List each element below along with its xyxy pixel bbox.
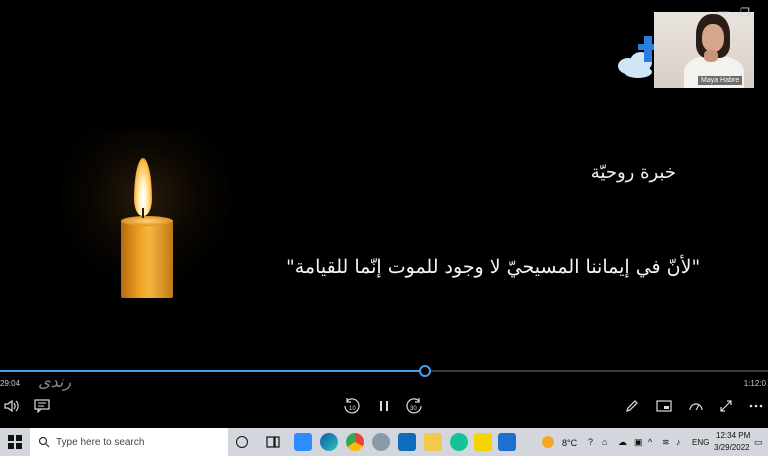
candle-body: [121, 220, 173, 298]
media-player-icon[interactable]: [498, 433, 516, 451]
edit-pen-icon[interactable]: [622, 396, 642, 416]
playback-speed-icon[interactable]: [686, 396, 706, 416]
taskbar-search[interactable]: Type here to search: [30, 428, 228, 456]
file-explorer-icon[interactable]: [424, 433, 442, 451]
weather-temperature: 8°C: [562, 438, 578, 448]
language-indicator[interactable]: ENG: [692, 438, 709, 447]
elapsed-time: 29:04: [0, 379, 21, 388]
progress-fill: [0, 370, 425, 372]
video-frame[interactable]: خبرة روحيّة "لأنّ في إيماننا المسيحيّ لا…: [0, 0, 768, 428]
skip-back-button[interactable]: 10: [342, 396, 362, 416]
volume-icon[interactable]: [2, 396, 22, 416]
clock-date[interactable]: 3/29/2022: [714, 443, 750, 452]
tray-app-icon[interactable]: ▣: [634, 437, 643, 448]
zoom-icon[interactable]: [294, 433, 312, 451]
app-icon[interactable]: [372, 433, 390, 451]
skip-back-label: 10: [349, 406, 356, 412]
cortana-icon[interactable]: [236, 436, 248, 448]
windows-start-icon[interactable]: [0, 428, 30, 456]
speaker-icon[interactable]: ♪: [676, 437, 681, 447]
candle-wick: [142, 208, 144, 218]
sticky-notes-icon[interactable]: [474, 433, 492, 451]
weather-icon[interactable]: [542, 436, 554, 448]
skip-forward-label: 30: [410, 406, 417, 412]
mini-player-icon[interactable]: [654, 396, 674, 416]
search-placeholder: Type here to search: [56, 436, 145, 448]
candle-top: [121, 216, 173, 226]
wifi-icon[interactable]: ≋: [662, 437, 670, 448]
outlook-icon[interactable]: [398, 433, 416, 451]
help-icon[interactable]: ?: [588, 437, 593, 447]
watermark-signature: رندى: [38, 372, 72, 391]
grammarly-icon[interactable]: [450, 433, 468, 451]
task-view-icon[interactable]: [264, 433, 282, 451]
network-icon[interactable]: ⌂: [602, 437, 607, 447]
participant-video[interactable]: Maya Habre: [654, 12, 754, 88]
participant-name: Maya Habre: [698, 76, 743, 85]
shared-screen-thumbnail[interactable]: [614, 12, 658, 88]
progress-handle[interactable]: [419, 365, 431, 377]
cloud-icon[interactable]: ☁: [618, 437, 627, 448]
fullscreen-icon[interactable]: [716, 396, 736, 416]
slide-quote: "لأنّ في إيماننا المسيحيّ لا وجود للموت …: [286, 256, 701, 278]
clock-time[interactable]: 12:34 PM: [716, 431, 750, 440]
search-icon: [38, 436, 50, 448]
slide-title: خبرة روحيّة: [590, 162, 676, 183]
notifications-icon[interactable]: ▭: [754, 437, 763, 448]
taskbar: Type here to search 8°C ? ⌂ ☁ ▣ ^ ≋ ♪ EN…: [0, 428, 768, 456]
pause-button[interactable]: [374, 396, 394, 416]
restore-icon[interactable]: ❐: [740, 6, 750, 19]
chevron-up-icon[interactable]: ^: [648, 437, 652, 447]
chrome-icon[interactable]: [346, 433, 364, 451]
more-options-icon[interactable]: [746, 396, 766, 416]
participant-thumbnails[interactable]: Maya Habre: [614, 12, 754, 88]
skip-forward-button[interactable]: 30: [404, 396, 424, 416]
total-duration: 1:12:0: [743, 379, 766, 388]
minimize-icon[interactable]: —: [718, 6, 729, 18]
edge-icon[interactable]: [320, 433, 338, 451]
captions-icon[interactable]: [32, 396, 52, 416]
